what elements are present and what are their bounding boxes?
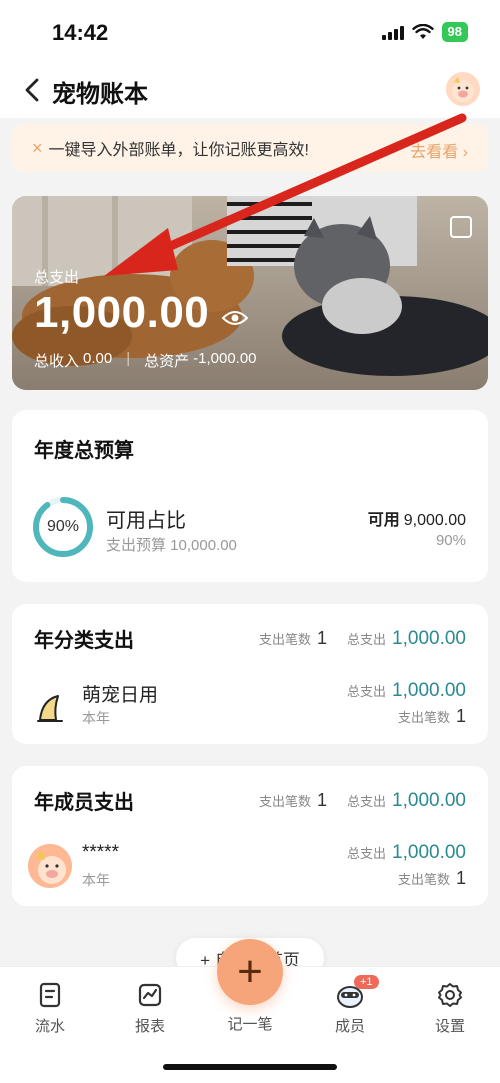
income-value: 0.00 (83, 350, 113, 367)
list-item-total: 总支出 1,000.00 (347, 680, 466, 702)
app-header: 宠物账本 (0, 62, 500, 118)
nav-item-settings[interactable]: 设置 (410, 981, 490, 1036)
import-banner-link[interactable]: 去看看 › (410, 138, 468, 162)
import-banner[interactable]: × 一键导入外部账单，让你记账更高效! 去看看 › (12, 124, 488, 172)
count-label: 支出笔数 (397, 872, 450, 887)
nav-label: 流水 (34, 1018, 65, 1035)
budget-title: 年度总预算 (34, 440, 134, 462)
status-bar: 14:42 98 (0, 0, 500, 62)
member-title: 年成员支出 (34, 792, 134, 814)
total-value: 1,000.00 (392, 628, 466, 649)
member-avatar (28, 844, 72, 888)
members-badge: +1 (354, 975, 379, 989)
total-label: 总支出 (347, 846, 387, 861)
nav-item-transactions[interactable]: 流水 (10, 981, 90, 1036)
count-value: 1 (455, 706, 466, 726)
budget-sub: 支出预算 10,000.00 (106, 537, 237, 554)
list-item-total: 总支出 1,000.00 (347, 842, 466, 864)
hero-subtotals: 总收入 0.00 | 总资产 -1,000.00 (34, 350, 257, 371)
total-value: 1,000.00 (392, 680, 466, 701)
add-record-label: 记一笔 (227, 1016, 273, 1033)
count-label: 支出笔数 (397, 710, 450, 725)
divider: | (126, 350, 131, 367)
nav-item-reports[interactable]: 报表 (110, 981, 190, 1036)
assets-value: -1,000.00 (193, 350, 257, 367)
available-percent: 90% (435, 532, 466, 549)
count-label: 支出笔数 (258, 632, 311, 647)
import-banner-text: 一键导入外部账单，让你记账更高效! (48, 142, 309, 159)
avatar[interactable] (446, 72, 480, 106)
eye-icon[interactable] (222, 310, 248, 326)
back-arrow-icon[interactable] (18, 74, 48, 106)
nav-label: 设置 (434, 1018, 465, 1035)
chart-icon (138, 983, 162, 1007)
list-item-count: 支出笔数 1 (398, 706, 466, 727)
page-title: 宠物账本 (52, 81, 148, 108)
gear-icon (438, 983, 462, 1007)
list-item-name: ***** (82, 842, 119, 863)
transactions-icon (39, 982, 61, 1008)
pet-supplies-icon (37, 695, 63, 722)
nav-label: 报表 (134, 1018, 165, 1035)
category-expense-card[interactable]: 年分类支出 支出笔数 1 总支出 1,000.00 萌宠日用 本年 总支出 1,… (12, 604, 488, 744)
assets-label: 总资产 (144, 353, 190, 370)
list-item-count: 支出笔数 1 (398, 868, 466, 889)
budget-percent-text: 90% (46, 518, 80, 535)
wifi-icon (411, 24, 434, 39)
edit-background-icon[interactable] (450, 216, 472, 238)
nav-label: 成员 (334, 1018, 365, 1035)
home-indicator (163, 1064, 337, 1070)
total-label: 总支出 (347, 684, 387, 699)
list-item-name: 萌宠日用 (82, 685, 159, 706)
category-title: 年分类支出 (34, 630, 134, 652)
count-value: 1 (455, 868, 466, 888)
available-value: 9,000.00 (403, 512, 466, 529)
status-time: 14:42 (52, 20, 109, 45)
total-expense-label: 总支出 (34, 269, 80, 286)
count-value: 1 (317, 790, 328, 810)
income-label: 总收入 (34, 353, 80, 370)
total-label: 总支出 (347, 794, 387, 809)
available-label: 可用 (367, 512, 400, 529)
category-header-stats: 支出笔数 1 总支出 1,000.00 (259, 628, 466, 650)
annual-budget-card[interactable]: 年度总预算 90% 可用占比 支出预算 10,000.00 可用 9,000.00… (12, 410, 488, 582)
total-value: 1,000.00 (392, 842, 466, 863)
close-icon[interactable]: × (32, 138, 43, 159)
add-record-button[interactable]: + (217, 939, 283, 1005)
nav-item-members[interactable]: +1 成员 (310, 975, 390, 1036)
signal-icon (381, 24, 404, 40)
battery-indicator: 98 (441, 22, 468, 42)
status-icons: 98 (381, 22, 468, 42)
total-value: 1,000.00 (392, 790, 466, 811)
count-value: 1 (317, 628, 328, 648)
total-label: 总支出 (347, 632, 387, 647)
budget-available: 可用 9,000.00 (368, 506, 466, 530)
count-label: 支出笔数 (258, 794, 311, 809)
expense-summary-card[interactable]: 总支出 1,000.00 总收入 0.00 | 总资产 -1,000.00 (12, 196, 488, 390)
list-item-period: 本年 (82, 710, 110, 726)
member-expense-card[interactable]: 年成员支出 支出笔数 1 总支出 1,000.00 ***** 本年 总支出 1… (12, 766, 488, 906)
budget-name: 可用占比 (106, 510, 186, 532)
member-header-stats: 支出笔数 1 总支出 1,000.00 (259, 790, 466, 812)
total-expense-amount: 1,000.00 (34, 288, 210, 337)
list-item-period: 本年 (82, 872, 110, 888)
